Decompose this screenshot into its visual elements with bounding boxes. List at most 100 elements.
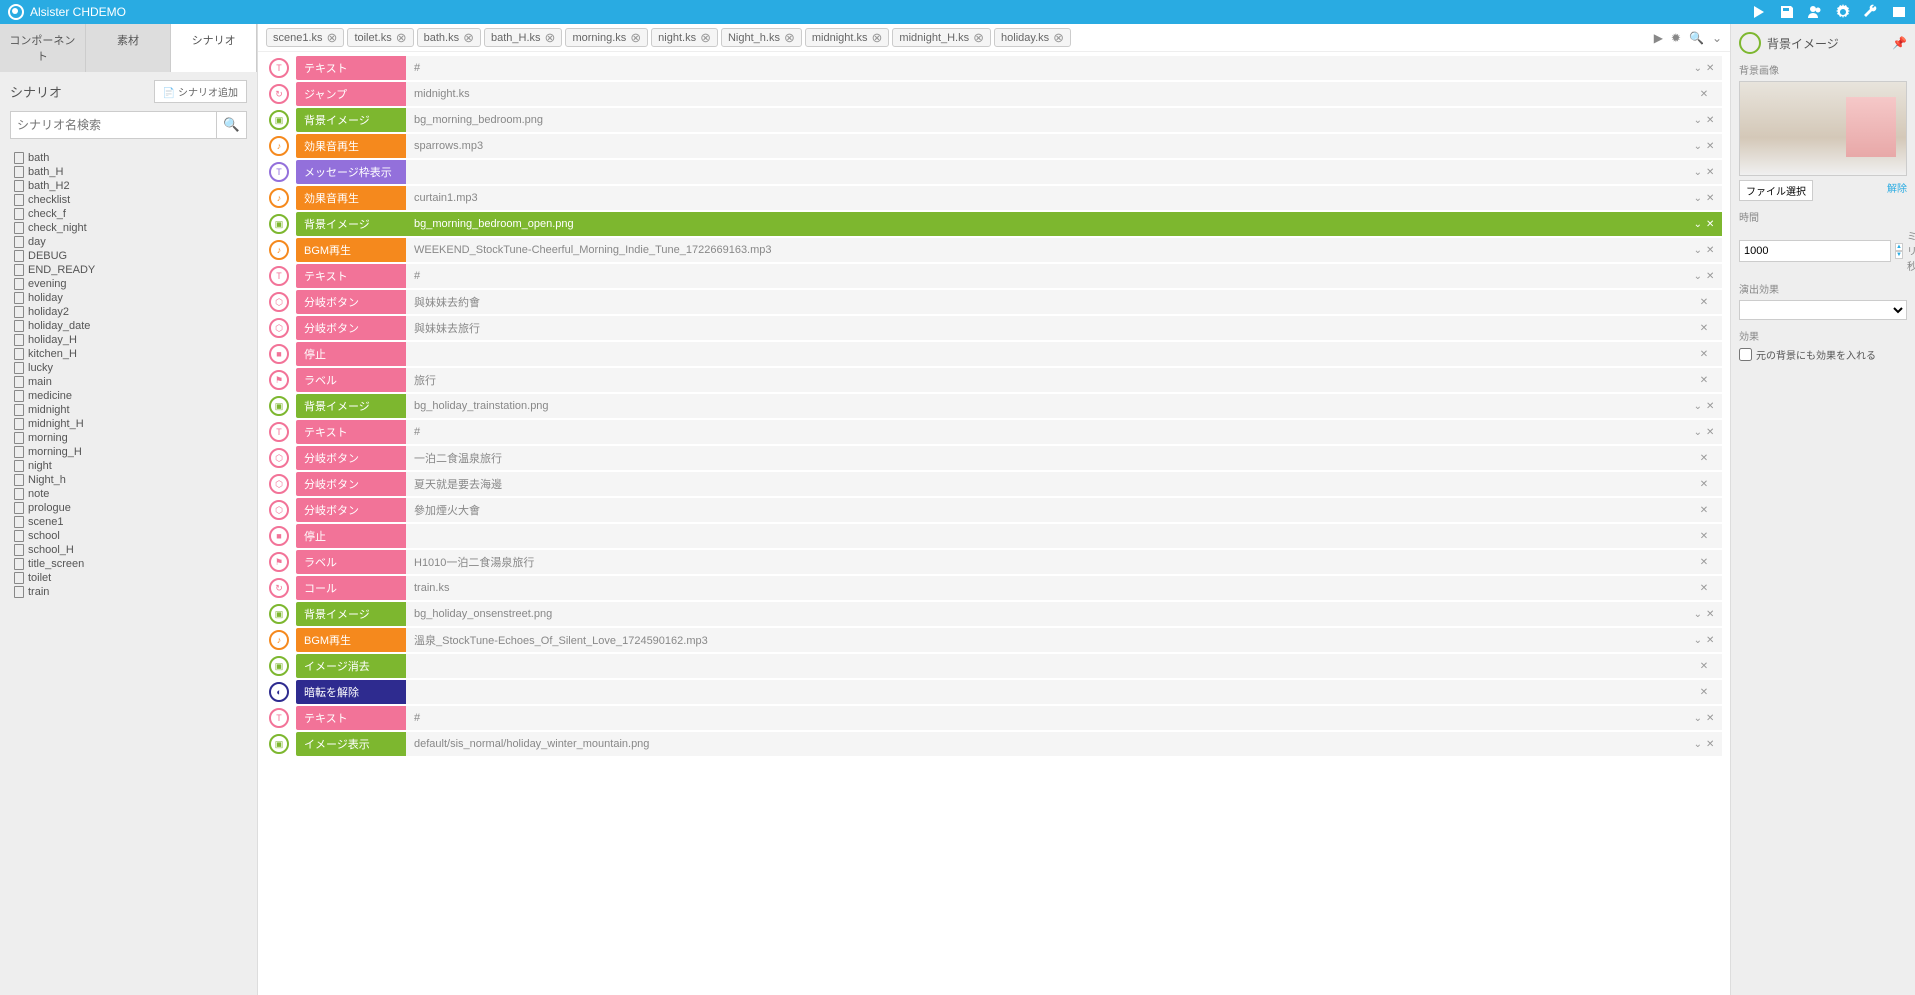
chevron-down-icon[interactable]: ⌄ bbox=[1694, 193, 1702, 204]
gear-icon[interactable] bbox=[1835, 4, 1851, 20]
close-icon[interactable]: ⊗ bbox=[327, 31, 338, 44]
close-icon[interactable]: ✕ bbox=[1706, 193, 1714, 204]
close-icon[interactable]: ⊗ bbox=[700, 31, 711, 44]
clear-link[interactable]: 解除 bbox=[1887, 180, 1907, 201]
bg-preview[interactable] bbox=[1739, 81, 1907, 176]
close-icon[interactable]: ✕ bbox=[1700, 323, 1708, 334]
chevron-down-icon[interactable]: ⌄ bbox=[1712, 31, 1722, 45]
close-icon[interactable]: ⊗ bbox=[545, 31, 556, 44]
spinner-up[interactable]: ▲ bbox=[1895, 243, 1903, 251]
export-icon[interactable] bbox=[1891, 4, 1907, 20]
file-item[interactable]: night bbox=[10, 459, 247, 473]
scenario-row[interactable]: ▣背景イメージbg_holiday_onsenstreet.png⌄✕ bbox=[266, 602, 1722, 626]
close-icon[interactable]: ✕ bbox=[1706, 635, 1714, 646]
scenario-row[interactable]: ♪効果音再生curtain1.mp3⌄✕ bbox=[266, 186, 1722, 210]
close-icon[interactable]: ✕ bbox=[1700, 661, 1708, 672]
file-item[interactable]: morning bbox=[10, 431, 247, 445]
users-icon[interactable] bbox=[1807, 4, 1823, 20]
close-icon[interactable]: ⊗ bbox=[872, 31, 883, 44]
scenario-row[interactable]: ♪BGM再生WEEKEND_StockTune-Cheerful_Morning… bbox=[266, 238, 1722, 262]
close-icon[interactable]: ✕ bbox=[1700, 297, 1708, 308]
chevron-down-icon[interactable]: ⌄ bbox=[1694, 115, 1702, 126]
close-icon[interactable]: ⊗ bbox=[463, 31, 474, 44]
file-tab[interactable]: toilet.ks ⊗ bbox=[347, 28, 413, 47]
file-item[interactable]: bath bbox=[10, 151, 247, 165]
search-button[interactable]: 🔍 bbox=[217, 111, 247, 139]
file-item[interactable]: evening bbox=[10, 277, 247, 291]
file-item[interactable]: school bbox=[10, 529, 247, 543]
file-item[interactable]: holiday_date bbox=[10, 319, 247, 333]
scenario-row[interactable]: ⬡分岐ボタン與妹妹去旅行✕ bbox=[266, 316, 1722, 340]
close-icon[interactable]: ✕ bbox=[1700, 89, 1708, 100]
chevron-down-icon[interactable]: ⌄ bbox=[1694, 245, 1702, 256]
chevron-down-icon[interactable]: ⌄ bbox=[1694, 609, 1702, 620]
chevron-down-icon[interactable]: ⌄ bbox=[1694, 739, 1702, 750]
close-icon[interactable]: ✕ bbox=[1706, 63, 1714, 74]
scenario-row[interactable]: ⚑ラベルH1010一泊二食湯泉旅行✕ bbox=[266, 550, 1722, 574]
sidebar-tab[interactable]: シナリオ bbox=[171, 24, 257, 72]
sidebar-tab[interactable]: 素材 bbox=[86, 24, 172, 72]
effect-select[interactable] bbox=[1739, 300, 1907, 320]
scenario-row[interactable]: ◐暗転を解除✕ bbox=[266, 680, 1722, 704]
scenario-row[interactable]: Tメッセージ枠表示⌄✕ bbox=[266, 160, 1722, 184]
scenario-row[interactable]: ♪効果音再生sparrows.mp3⌄✕ bbox=[266, 134, 1722, 158]
close-icon[interactable]: ✕ bbox=[1700, 349, 1708, 360]
scenario-row[interactable]: Tテキスト#⌄✕ bbox=[266, 706, 1722, 730]
file-tab[interactable]: midnight.ks ⊗ bbox=[805, 28, 890, 47]
file-item[interactable]: day bbox=[10, 235, 247, 249]
close-icon[interactable]: ⊗ bbox=[784, 31, 795, 44]
scenario-row[interactable]: ▣背景イメージbg_holiday_trainstation.png⌄✕ bbox=[266, 394, 1722, 418]
close-icon[interactable]: ✕ bbox=[1700, 479, 1708, 490]
search-icon[interactable]: 🔍 bbox=[1689, 31, 1704, 45]
chevron-down-icon[interactable]: ⌄ bbox=[1694, 635, 1702, 646]
scenario-row[interactable]: ▣イメージ消去✕ bbox=[266, 654, 1722, 678]
file-item[interactable]: DEBUG bbox=[10, 249, 247, 263]
close-icon[interactable]: ✕ bbox=[1706, 713, 1714, 724]
file-item[interactable]: bath_H2 bbox=[10, 179, 247, 193]
spinner-down[interactable]: ▼ bbox=[1895, 251, 1903, 259]
scenario-row[interactable]: ▣背景イメージbg_morning_bedroom.png⌄✕ bbox=[266, 108, 1722, 132]
chevron-down-icon[interactable]: ⌄ bbox=[1694, 401, 1702, 412]
file-item[interactable]: midnight_H bbox=[10, 417, 247, 431]
scenario-row[interactable]: ■停止✕ bbox=[266, 524, 1722, 548]
search-input[interactable] bbox=[10, 111, 217, 139]
close-icon[interactable]: ✕ bbox=[1706, 245, 1714, 256]
scenario-row[interactable]: Tテキスト#⌄✕ bbox=[266, 420, 1722, 444]
chevron-down-icon[interactable]: ⌄ bbox=[1694, 271, 1702, 282]
close-icon[interactable]: ✕ bbox=[1706, 167, 1714, 178]
file-select-button[interactable]: ファイル選択 bbox=[1739, 180, 1813, 201]
scenario-row[interactable]: ▣背景イメージbg_morning_bedroom_open.png⌄✕ bbox=[266, 212, 1722, 236]
file-item[interactable]: check_f bbox=[10, 207, 247, 221]
effect-checkbox[interactable] bbox=[1739, 348, 1752, 361]
close-icon[interactable]: ✕ bbox=[1706, 427, 1714, 438]
file-tab[interactable]: Night_h.ks ⊗ bbox=[721, 28, 802, 47]
play-icon[interactable] bbox=[1751, 4, 1767, 20]
file-item[interactable]: medicine bbox=[10, 389, 247, 403]
file-item[interactable]: holiday2 bbox=[10, 305, 247, 319]
file-item[interactable]: holiday bbox=[10, 291, 247, 305]
chevron-down-icon[interactable]: ⌄ bbox=[1694, 713, 1702, 724]
scenario-row[interactable]: ⚑ラベル旅行✕ bbox=[266, 368, 1722, 392]
close-icon[interactable]: ✕ bbox=[1706, 739, 1714, 750]
scenario-row[interactable]: ↻ジャンプmidnight.ks✕ bbox=[266, 82, 1722, 106]
sidebar-tab[interactable]: コンポーネント bbox=[0, 24, 86, 72]
chevron-down-icon[interactable]: ⌄ bbox=[1694, 219, 1702, 230]
file-item[interactable]: prologue bbox=[10, 501, 247, 515]
scenario-row[interactable]: Tテキスト#⌄✕ bbox=[266, 56, 1722, 80]
save-icon[interactable] bbox=[1779, 4, 1795, 20]
scenario-row[interactable]: ♪BGM再生溫泉_StockTune-Echoes_Of_Silent_Love… bbox=[266, 628, 1722, 652]
scenario-row[interactable]: ▣イメージ表示default/sis_normal/holiday_winter… bbox=[266, 732, 1722, 756]
effect-checkbox-row[interactable]: 元の背景にも効果を入れる bbox=[1739, 347, 1907, 362]
close-icon[interactable]: ✕ bbox=[1700, 505, 1708, 516]
file-tab[interactable]: night.ks ⊗ bbox=[651, 28, 718, 47]
close-icon[interactable]: ⊗ bbox=[973, 31, 984, 44]
file-item[interactable]: checklist bbox=[10, 193, 247, 207]
scenario-row[interactable]: ■停止✕ bbox=[266, 342, 1722, 366]
chevron-down-icon[interactable]: ⌄ bbox=[1694, 63, 1702, 74]
scenario-row[interactable]: ⬡分岐ボタン一泊二食温泉旅行✕ bbox=[266, 446, 1722, 470]
wrench-icon[interactable] bbox=[1863, 4, 1879, 20]
close-icon[interactable]: ✕ bbox=[1706, 271, 1714, 282]
file-item[interactable]: toilet bbox=[10, 571, 247, 585]
scenario-row[interactable]: Tテキスト#⌄✕ bbox=[266, 264, 1722, 288]
close-icon[interactable]: ✕ bbox=[1706, 141, 1714, 152]
